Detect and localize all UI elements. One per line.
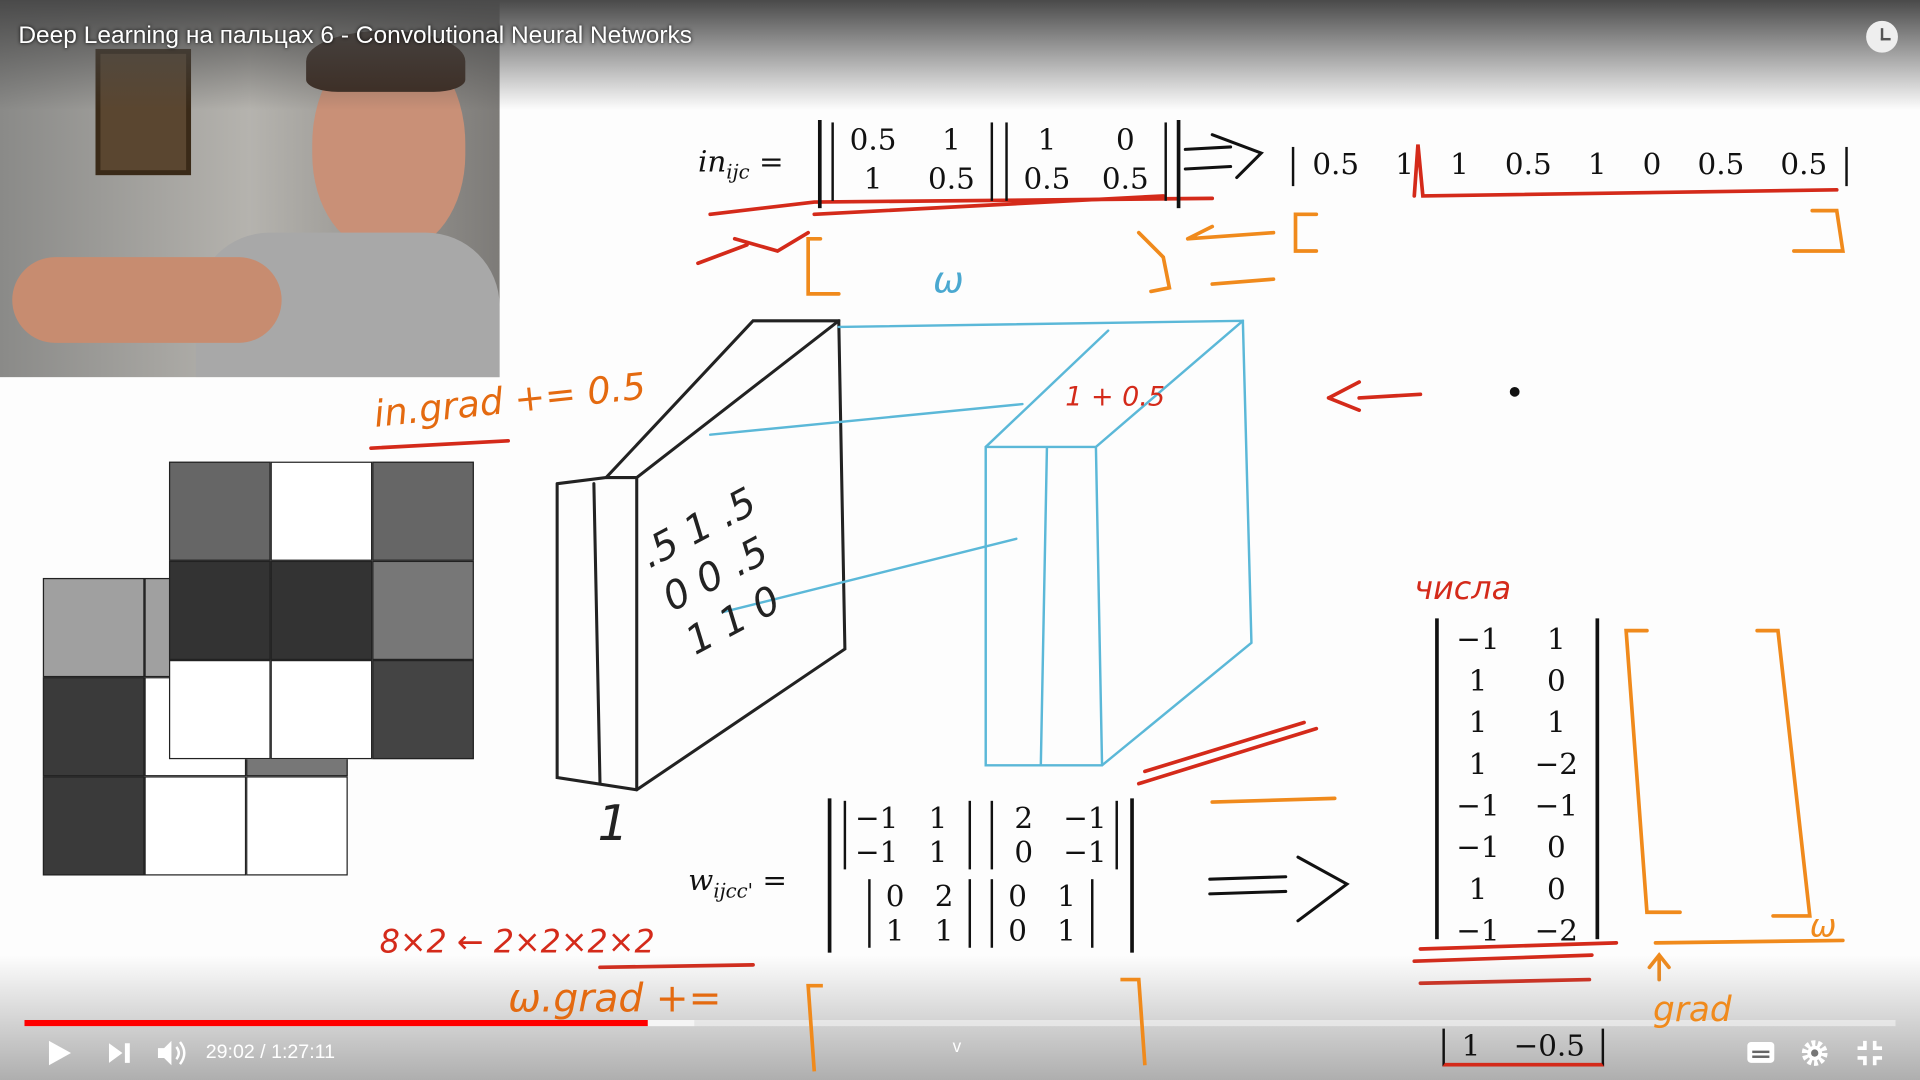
note-w-right: ω bbox=[1809, 908, 1837, 946]
equals: = bbox=[758, 144, 784, 179]
next-icon[interactable] bbox=[108, 1042, 132, 1064]
w-grad-bracket bbox=[806, 977, 1147, 1072]
note-one: 1 bbox=[597, 795, 629, 853]
result-value-2: −0.5 bbox=[1513, 1028, 1585, 1063]
gear-icon[interactable] bbox=[1801, 1040, 1828, 1067]
video-player[interactable]: inijc = 0.5 1 1 0.5 1 0 0.5 0.5 0.5 1 1 0.5 1 0 0.5 0… bbox=[0, 0, 1920, 1080]
in-label: in bbox=[697, 144, 727, 179]
w-subscript: ijcc' bbox=[713, 878, 754, 903]
chevron-down-icon[interactable]: v bbox=[953, 1036, 962, 1056]
result-value-1: 1 bbox=[1461, 1028, 1481, 1063]
volume-icon[interactable] bbox=[157, 1038, 189, 1067]
time-display: 29:02 / 1:27:11 bbox=[205, 1042, 335, 1063]
video-title[interactable]: Deep Learning на пальцах 6 - Convolution… bbox=[18, 22, 692, 50]
in-matrix: 0.5 1 1 0.5 1 0 0.5 0.5 bbox=[817, 120, 1181, 209]
dot bbox=[1509, 386, 1520, 397]
reshaped-weight-matrix: −1 1 1 0 1 1 1 −2 −1 −1 −1 0 1 0 −1 −2 bbox=[1435, 618, 1600, 948]
note-right-half: 1 + 0.5 bbox=[1065, 382, 1165, 413]
w-label: w bbox=[688, 863, 714, 898]
note-grad: grad bbox=[1653, 989, 1732, 1030]
flattened-vector: 0.5 1 1 0.5 1 0 0.5 0.5 bbox=[1291, 146, 1848, 187]
note-omega: ω bbox=[933, 259, 964, 303]
watch-later-clock-icon[interactable] bbox=[1866, 20, 1898, 53]
w-matrix: −1 1 −1 1 2 −1 0 −1 0211 0101 bbox=[827, 798, 1134, 953]
result-vector: 1 −0.5 bbox=[1442, 1028, 1605, 1067]
exit-fullscreen-icon[interactable] bbox=[1856, 1040, 1883, 1067]
note-w-grad: ω.grad += bbox=[508, 974, 722, 1022]
top-gradient bbox=[0, 0, 1920, 111]
subtitles-icon[interactable] bbox=[1747, 1042, 1775, 1063]
note-chisla: числа bbox=[1414, 570, 1512, 608]
implies-arrows bbox=[1183, 133, 1350, 923]
in-subscript: ijc bbox=[726, 160, 750, 184]
play-icon[interactable] bbox=[47, 1040, 74, 1067]
